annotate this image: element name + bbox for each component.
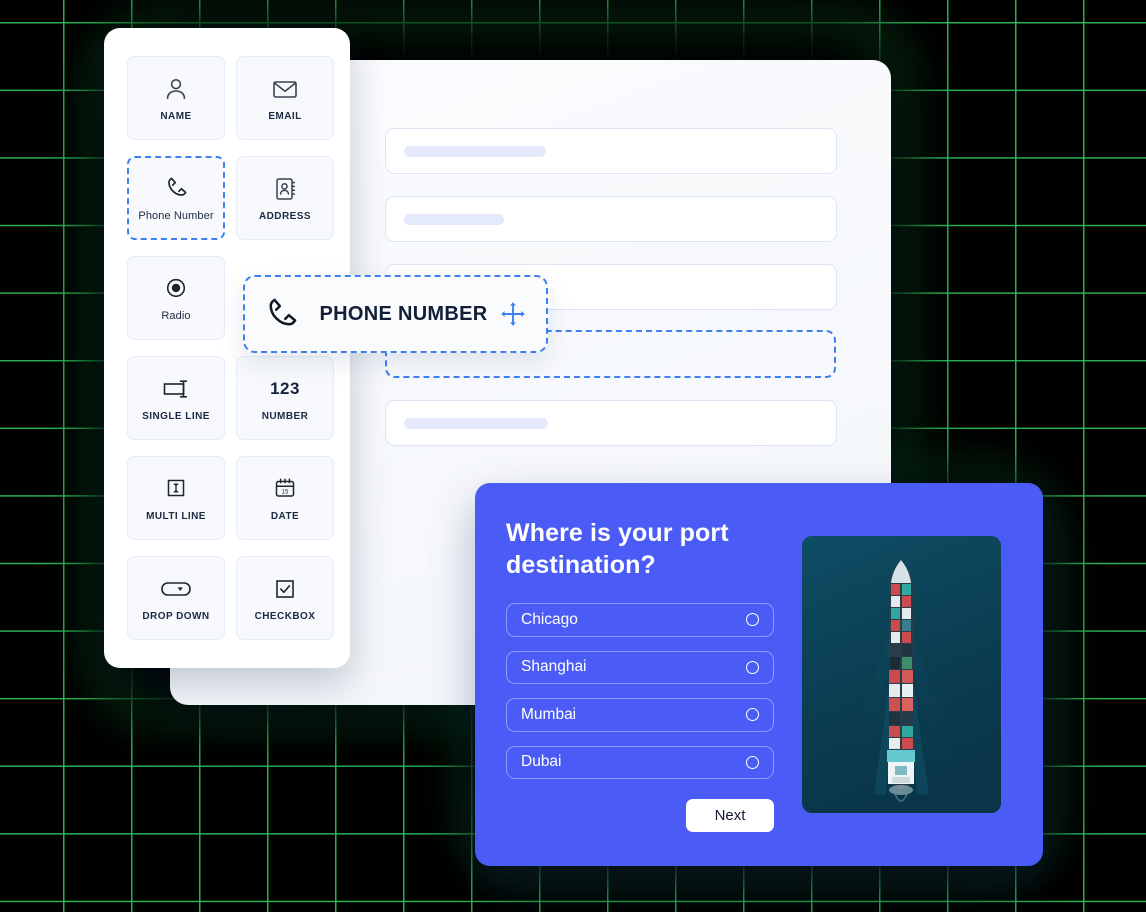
palette-tile-phone[interactable]: Phone Number (127, 156, 225, 240)
palette-tile-label: EMAIL (268, 110, 302, 122)
form-field-row[interactable] (385, 400, 837, 446)
dropdown-icon (159, 575, 193, 603)
number-123-icon: 123 (270, 378, 300, 398)
contact-book-icon (273, 175, 297, 203)
next-button[interactable]: Next (686, 799, 774, 832)
palette-tile-name[interactable]: NAME (127, 56, 225, 140)
field-label-placeholder (404, 213, 504, 225)
survey-option-shanghai[interactable]: Shanghai (506, 650, 774, 684)
svg-text:15: 15 (282, 489, 289, 495)
multi-line-icon (163, 475, 189, 503)
survey-option-dubai[interactable]: Dubai (506, 745, 774, 779)
single-line-icon (161, 375, 191, 403)
field-label-placeholder (404, 145, 546, 157)
radio-button-icon[interactable] (746, 755, 759, 769)
form-field-row[interactable] (385, 128, 837, 174)
survey-actions: Next (506, 799, 774, 832)
calendar-icon: 15 (272, 475, 298, 503)
dragged-field-label: PHONE NUMBER (319, 302, 488, 325)
person-icon (163, 75, 189, 103)
palette-tile-label: NAME (160, 110, 192, 122)
palette-tile-address[interactable]: ADDRESS (236, 156, 334, 240)
palette-tile-label: SINGLE LINE (142, 410, 210, 422)
survey-option-chicago[interactable]: Chicago (506, 603, 774, 637)
phone-icon (263, 295, 299, 333)
palette-tile-label: DROP DOWN (142, 610, 210, 622)
palette-tile-single-line[interactable]: SINGLE LINE (127, 356, 225, 440)
palette-tile-label: CHECKBOX (254, 610, 316, 622)
move-arrows-icon (498, 299, 528, 329)
survey-option-mumbai[interactable]: Mumbai (506, 698, 774, 732)
radio-button-icon[interactable] (746, 708, 759, 722)
dragged-field-chip[interactable]: PHONE NUMBER (243, 275, 548, 353)
field-label-placeholder (404, 417, 548, 429)
screenshot-root: NAME EMAIL Phone Number ADDRESS Radio SI… (0, 0, 1146, 912)
radio-button-icon[interactable] (746, 613, 759, 627)
radio-icon (163, 274, 189, 302)
palette-tile-label: Phone Number (138, 210, 214, 222)
survey-question: Where is your port destination? (506, 519, 729, 579)
palette-tile-email[interactable]: EMAIL (236, 56, 334, 140)
palette-tile-drop-down[interactable]: DROP DOWN (127, 556, 225, 640)
survey-preview-card: Where is your port destination? Chicago … (475, 483, 1043, 866)
palette-tile-checkbox[interactable]: CHECKBOX (236, 556, 334, 640)
palette-tile-label: DATE (270, 510, 300, 522)
survey-option-label: Mumbai (521, 705, 577, 723)
phone-icon (164, 174, 188, 202)
palette-tile-label: MULTI LINE (146, 510, 206, 522)
survey-option-label: Dubai (521, 753, 562, 771)
survey-right-column (802, 517, 1012, 832)
palette-tile-label: Radio (161, 310, 191, 322)
radio-button-icon[interactable] (746, 660, 759, 674)
container-ship-aerial-photo (802, 536, 1001, 813)
survey-option-label: Chicago (521, 610, 578, 628)
survey-left-column: Where is your port destination? Chicago … (506, 517, 774, 832)
palette-tile-label: NUMBER (261, 410, 309, 422)
palette-tile-date[interactable]: 15 DATE (236, 456, 334, 540)
form-field-row[interactable] (385, 196, 837, 242)
palette-tile-multi-line[interactable]: MULTI LINE (127, 456, 225, 540)
envelope-icon (271, 75, 299, 103)
palette-tile-radio[interactable]: Radio (127, 256, 225, 340)
palette-tile-number[interactable]: 123 NUMBER (236, 356, 334, 440)
palette-tile-label: ADDRESS (258, 210, 312, 222)
survey-option-label: Shanghai (521, 658, 587, 676)
checkbox-icon (273, 575, 297, 603)
